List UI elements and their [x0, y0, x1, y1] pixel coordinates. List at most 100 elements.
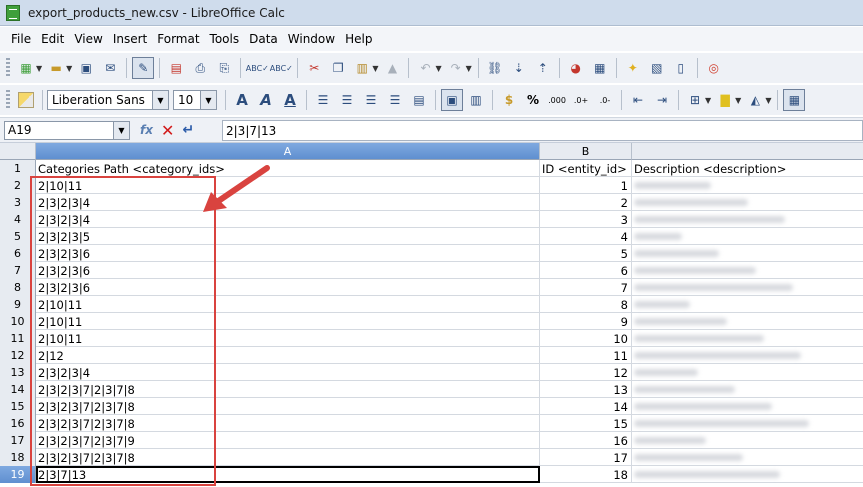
- cell-c[interactable]: [632, 466, 863, 483]
- new-dropdown-icon[interactable]: ▼: [36, 64, 42, 73]
- cell-b[interactable]: 12: [540, 364, 632, 381]
- cell-a[interactable]: Categories Path <category_ids>: [36, 160, 540, 177]
- cell-b[interactable]: 18: [540, 466, 632, 483]
- align-left-icon[interactable]: ☰: [312, 89, 334, 111]
- cell-c[interactable]: [632, 313, 863, 330]
- cut-icon[interactable]: ✂: [303, 57, 325, 79]
- menu-format[interactable]: Format: [152, 32, 204, 46]
- formula-input[interactable]: 2|3|7|13: [222, 120, 863, 141]
- cell-c[interactable]: [632, 194, 863, 211]
- menu-data[interactable]: Data: [244, 32, 283, 46]
- decrease-indent-icon[interactable]: ⇤: [627, 89, 649, 111]
- help-icon[interactable]: ◎: [703, 57, 725, 79]
- menu-help[interactable]: Help: [340, 32, 377, 46]
- borders-dropdown-icon[interactable]: ▼: [705, 96, 711, 105]
- justify-icon[interactable]: ☰: [384, 89, 406, 111]
- column-header-c[interactable]: [632, 143, 863, 160]
- menu-insert[interactable]: Insert: [108, 32, 152, 46]
- cell-b[interactable]: 13: [540, 381, 632, 398]
- column-header-b[interactable]: B: [540, 143, 632, 160]
- cell-b[interactable]: 3: [540, 211, 632, 228]
- copy-icon[interactable]: ❐: [327, 57, 349, 79]
- toolbar-grip[interactable]: [6, 90, 10, 110]
- cell-c[interactable]: [632, 330, 863, 347]
- underline-icon[interactable]: A: [279, 89, 301, 111]
- autospell-icon[interactable]: ABC✓: [270, 57, 293, 79]
- cell-b[interactable]: 4: [540, 228, 632, 245]
- number-format-icon[interactable]: .000: [546, 89, 568, 111]
- chevron-down-icon[interactable]: ▼: [113, 121, 129, 139]
- cell-c[interactable]: [632, 364, 863, 381]
- cell-c[interactable]: [632, 432, 863, 449]
- align-right-icon[interactable]: ☰: [360, 89, 382, 111]
- paste-icon[interactable]: ▥: [351, 57, 373, 79]
- email-icon[interactable]: ✉: [99, 57, 121, 79]
- function-wizard-icon[interactable]: fx: [140, 123, 153, 137]
- menu-view[interactable]: View: [69, 32, 107, 46]
- cell-b[interactable]: 16: [540, 432, 632, 449]
- chevron-down-icon[interactable]: ▼: [200, 91, 216, 109]
- borders-icon[interactable]: ⊞: [684, 89, 706, 111]
- align-center-icon[interactable]: ☰: [336, 89, 358, 111]
- cell-c[interactable]: [632, 415, 863, 432]
- undo-icon[interactable]: ↶: [414, 57, 436, 79]
- styles-icon[interactable]: [15, 89, 37, 111]
- chevron-down-icon[interactable]: ▼: [152, 91, 168, 109]
- cell-b[interactable]: 7: [540, 279, 632, 296]
- cell-b[interactable]: 10: [540, 330, 632, 347]
- pdf-icon[interactable]: ▤: [165, 57, 187, 79]
- print-preview-icon[interactable]: ⎘: [213, 57, 235, 79]
- save-icon[interactable]: ▣: [75, 57, 97, 79]
- cell-b[interactable]: 11: [540, 347, 632, 364]
- menu-edit[interactable]: Edit: [36, 32, 69, 46]
- menu-tools[interactable]: Tools: [205, 32, 245, 46]
- background-dropdown-icon[interactable]: ▼: [735, 96, 741, 105]
- name-box[interactable]: A19 ▼: [4, 120, 130, 140]
- cell-c[interactable]: [632, 347, 863, 364]
- sort-descending-icon[interactable]: ⇣: [508, 57, 530, 79]
- cell-c[interactable]: Description <description>: [632, 160, 863, 177]
- grid-lines-icon[interactable]: ▦: [783, 89, 806, 111]
- vertical-align-icon[interactable]: ▥: [465, 89, 487, 111]
- clone-format-icon[interactable]: ▲: [381, 57, 403, 79]
- bold-icon[interactable]: A: [231, 89, 253, 111]
- cancel-icon[interactable]: ✕: [161, 121, 174, 140]
- redo-icon[interactable]: ↷: [445, 57, 467, 79]
- redo-dropdown-icon[interactable]: ▼: [466, 64, 472, 73]
- cell-b[interactable]: 17: [540, 449, 632, 466]
- sort-ascending-icon[interactable]: ⇡: [532, 57, 554, 79]
- cell-c[interactable]: [632, 177, 863, 194]
- new-icon[interactable]: ▦: [15, 57, 37, 79]
- cell-b[interactable]: 5: [540, 245, 632, 262]
- pivot-icon[interactable]: ▦: [589, 57, 611, 79]
- currency-icon[interactable]: $: [498, 89, 520, 111]
- menu-file[interactable]: File: [6, 32, 36, 46]
- cell-c[interactable]: [632, 211, 863, 228]
- navigator-icon[interactable]: ✦: [622, 57, 644, 79]
- cell-c[interactable]: [632, 279, 863, 296]
- cell-b[interactable]: 15: [540, 415, 632, 432]
- select-all-corner[interactable]: [0, 143, 36, 160]
- accept-icon[interactable]: ↵: [182, 122, 194, 138]
- column-header-a[interactable]: A: [36, 143, 540, 160]
- cell-c[interactable]: [632, 449, 863, 466]
- cell-c[interactable]: [632, 381, 863, 398]
- datasource-icon[interactable]: ▯: [670, 57, 692, 79]
- add-decimal-icon[interactable]: .0+: [570, 89, 592, 111]
- cell-c[interactable]: [632, 296, 863, 313]
- print-icon[interactable]: ⎙: [189, 57, 211, 79]
- cell-b[interactable]: 2: [540, 194, 632, 211]
- increase-indent-icon[interactable]: ⇥: [651, 89, 673, 111]
- font-color-icon[interactable]: ◭: [744, 89, 766, 111]
- italic-icon[interactable]: A: [255, 89, 277, 111]
- hyperlink-icon[interactable]: ⛓: [484, 57, 506, 79]
- edit-mode-icon[interactable]: ✎: [132, 57, 155, 79]
- cell-c[interactable]: [632, 245, 863, 262]
- open-dropdown-icon[interactable]: ▼: [66, 64, 72, 73]
- cell-c[interactable]: [632, 262, 863, 279]
- cell-b[interactable]: 1: [540, 177, 632, 194]
- delete-decimal-icon[interactable]: .0-: [594, 89, 616, 111]
- open-icon[interactable]: ▬: [45, 57, 67, 79]
- merge-cells-icon[interactable]: ▤: [408, 89, 430, 111]
- spellcheck-icon[interactable]: ABC✓: [246, 57, 269, 79]
